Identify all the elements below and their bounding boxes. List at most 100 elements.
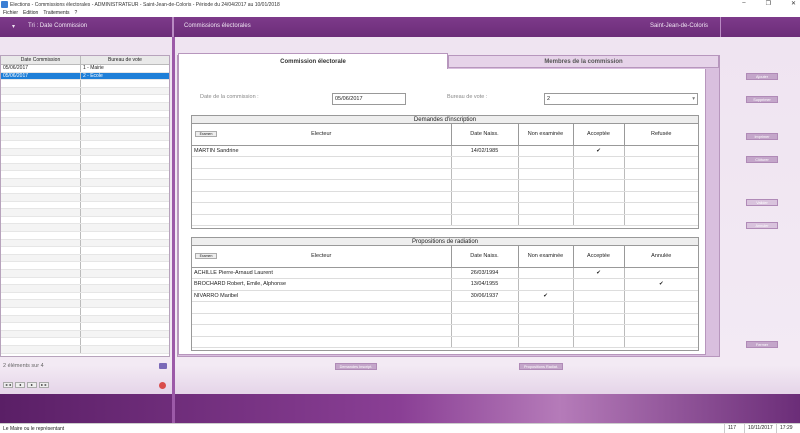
cell-non-examinee[interactable] — [518, 267, 574, 279]
list-item-selected[interactable]: 05/06/2017 2 - Ecole — [1, 72, 169, 81]
fermer-button[interactable]: Fermer — [746, 341, 778, 348]
cell-non-examinee[interactable] — [518, 278, 574, 291]
list-item-empty — [1, 338, 169, 346]
title-bar: Elections - Commissions électorales - AD… — [0, 0, 800, 9]
date-field[interactable]: 05/06/2017 — [332, 93, 406, 105]
status-time: 17:29 — [776, 424, 793, 433]
filter-icon[interactable] — [159, 363, 167, 369]
cell-date: 13/04/1955 — [451, 278, 519, 291]
table-row — [192, 191, 698, 203]
supprimer-button[interactable]: Supprimer — [746, 96, 778, 103]
app-icon — [1, 1, 8, 8]
list-item-empty — [1, 330, 169, 339]
menu-edition[interactable]: Edition — [23, 10, 38, 16]
cell-annulee[interactable]: ✔ — [624, 278, 698, 291]
list-item-empty — [1, 232, 169, 240]
radiations-button[interactable]: Propositions Radiat. — [519, 363, 563, 370]
radiation-group: Propositions de radiation Examen Electeur… — [191, 237, 699, 351]
list-item-empty — [1, 194, 169, 202]
section-title: Commissions électorales — [184, 23, 251, 29]
sort-dropdown-icon[interactable]: ▾ — [12, 23, 15, 30]
cell-non-examinee[interactable]: ✔ — [518, 290, 574, 302]
chevron-down-icon[interactable]: ▾ — [692, 94, 695, 105]
cell-refusee[interactable] — [624, 145, 698, 157]
list-item-empty — [1, 285, 169, 293]
list-item-empty — [1, 300, 169, 308]
list-item-date: 05/06/2017 — [1, 65, 81, 72]
cell-non-examinee[interactable] — [518, 145, 574, 157]
table-row[interactable]: MARTIN Sandrine 14/02/1985 ✔ — [192, 145, 698, 157]
menu-traitements[interactable]: Traitements — [43, 10, 69, 16]
tab-membres[interactable]: Membres de la commission — [448, 55, 719, 68]
next-button[interactable]: ► — [27, 382, 37, 388]
cell-acceptee[interactable]: ✔ — [573, 145, 625, 157]
list-item-empty — [1, 239, 169, 248]
menu-help[interactable]: ? — [75, 10, 78, 16]
table-row — [192, 324, 698, 337]
cell-acceptee[interactable] — [573, 278, 625, 291]
list-item-empty — [1, 323, 169, 331]
list-item-empty — [1, 171, 169, 179]
cell-date: 30/06/1937 — [451, 290, 519, 302]
table-row[interactable]: ACHILLE Pierre-Arnaud Laurent 26/03/1994… — [192, 267, 698, 279]
annuler-button[interactable]: Annuler — [746, 222, 778, 229]
date-label: Date de la commission : — [200, 94, 259, 100]
list-item-bureau: 2 - Ecole — [83, 72, 103, 79]
valider-button[interactable]: Valider — [746, 199, 778, 206]
list-item[interactable]: 05/06/2017 1 - Mairie — [1, 65, 169, 73]
bureau-value: 2 — [547, 96, 551, 102]
column-header-electeur: Examen Electeur — [192, 124, 452, 146]
previous-button[interactable]: ◄ — [15, 382, 25, 388]
table-row — [192, 214, 698, 226]
cell-annulee[interactable] — [624, 267, 698, 279]
sort-label[interactable]: Tri : Date Commission — [28, 23, 87, 29]
list-item-empty — [1, 186, 169, 195]
column-header-annulee: Annulée — [624, 246, 698, 268]
column-header-date[interactable]: Date Commission — [1, 56, 81, 64]
examen-button[interactable]: Examen — [195, 131, 217, 137]
list-item-empty — [1, 224, 169, 233]
close-icon[interactable]: ✕ — [791, 0, 796, 7]
table-header-row: Examen Electeur Date Naiss. Non examinée … — [192, 246, 698, 268]
window-title: Elections - Commissions électorales - AD… — [10, 1, 280, 8]
table-row — [192, 313, 698, 325]
inscriptions-button[interactable]: Demandes Inscript. — [335, 363, 377, 370]
examen-button[interactable]: Examen — [195, 253, 217, 259]
bureau-select[interactable]: 2 ▾ — [544, 93, 698, 105]
list-item-empty — [1, 148, 169, 157]
list-item-empty — [1, 209, 169, 217]
table-row — [192, 336, 698, 348]
cell-annulee[interactable] — [624, 290, 698, 302]
imprimer-button[interactable]: Imprimer — [746, 133, 778, 140]
maximize-icon[interactable]: ❐ — [766, 0, 771, 7]
list-header: Date Commission Bureau de vote — [1, 56, 169, 65]
city-name: Saint-Jean-de-Coloris — [649, 23, 708, 29]
table-row — [192, 301, 698, 314]
tab-commission[interactable]: Commission électorale — [178, 53, 448, 69]
exit-icon[interactable] — [159, 382, 166, 389]
ajouter-button[interactable]: Ajouter — [746, 73, 778, 80]
minimize-icon[interactable]: – — [742, 0, 745, 7]
cell-electeur: MARTIN Sandrine — [192, 145, 452, 157]
status-date: 10/11/2017 — [744, 424, 773, 433]
inscription-table: Examen Electeur Date Naiss. Non examinée … — [192, 124, 698, 226]
inscription-group: Demandes d'inscription Examen Electeur Da… — [191, 115, 699, 229]
table-row — [192, 179, 698, 192]
column-header-bureau[interactable]: Bureau de vote — [81, 56, 169, 64]
table-row[interactable]: NIVARRO Maribel 30/06/1937 ✔ — [192, 290, 698, 302]
column-header-non-examinee: Non examinée — [518, 246, 574, 268]
last-button[interactable]: ►► — [39, 382, 49, 388]
panel-splitter[interactable] — [172, 37, 175, 423]
commission-list: Date Commission Bureau de vote 05/06/201… — [0, 55, 170, 357]
table-row — [192, 156, 698, 169]
table-row — [192, 202, 698, 215]
list-item-empty — [1, 262, 169, 271]
menu-fichier[interactable]: Fichier — [3, 10, 18, 16]
cell-acceptee[interactable] — [573, 290, 625, 302]
cloturer-button[interactable]: Clôturer — [746, 156, 778, 163]
first-button[interactable]: ◄◄ — [3, 382, 13, 388]
cell-acceptee[interactable]: ✔ — [573, 267, 625, 279]
list-item-empty — [1, 163, 169, 172]
list-item-empty — [1, 201, 169, 210]
table-row[interactable]: BROCHARD Robert, Emile, Alphonse 13/04/1… — [192, 278, 698, 291]
